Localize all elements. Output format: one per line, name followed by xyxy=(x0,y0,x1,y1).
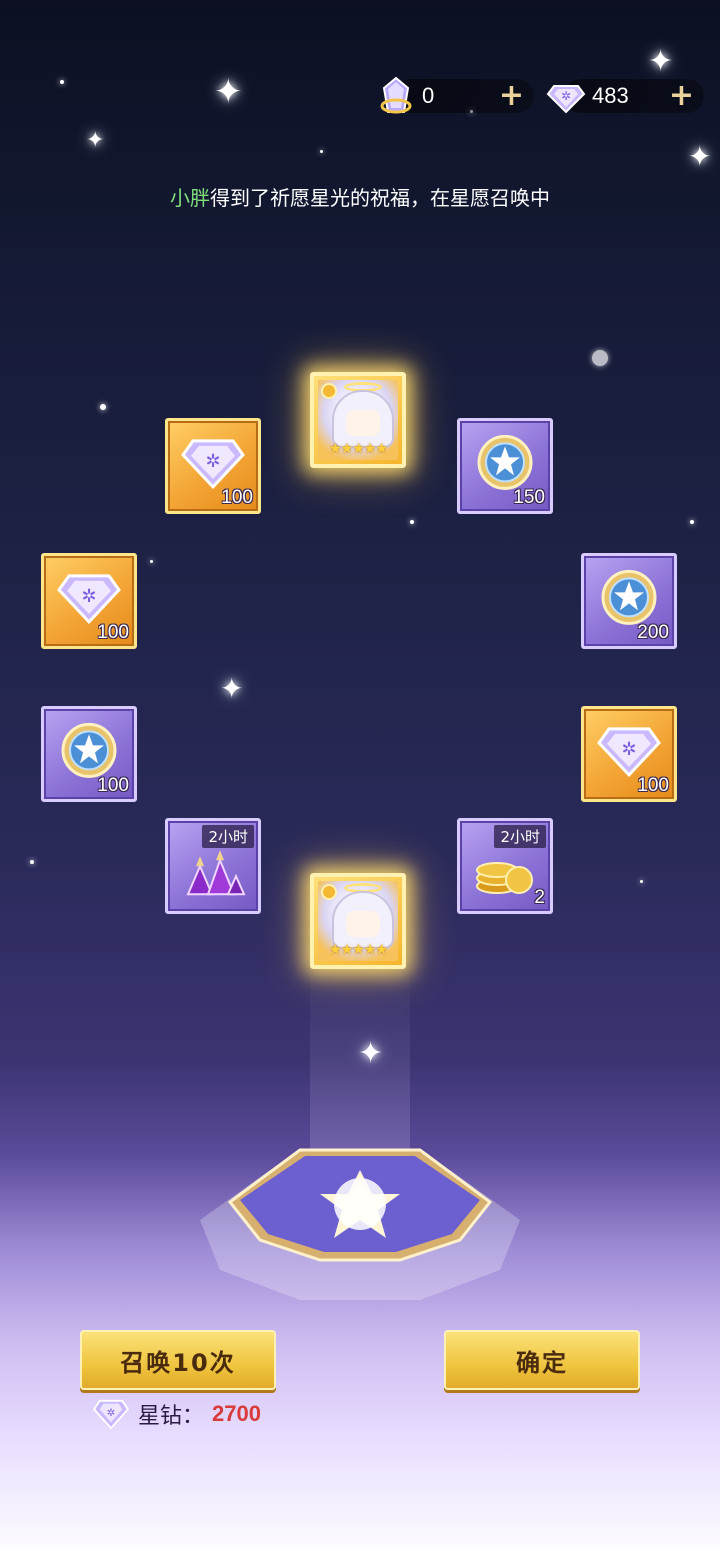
star-dot xyxy=(410,520,414,524)
summon-cost: ✲ 星钻： 2700 xyxy=(92,1398,261,1430)
sparkle-icon: ✦ xyxy=(220,672,244,705)
cost-label: 星钻： xyxy=(138,1404,205,1429)
reward-medal[interactable]: 100 xyxy=(41,706,137,802)
diamond-icon: ✲ xyxy=(597,727,661,777)
star-dot xyxy=(100,404,106,410)
summon-10-button[interactable]: 召唤10次 xyxy=(80,1330,276,1390)
confirm-button[interactable]: 确定 xyxy=(444,1330,640,1390)
star-dot xyxy=(640,880,643,883)
currency-star-diamond: 483 + ✲ xyxy=(546,72,704,120)
summon-platform xyxy=(200,1148,520,1300)
currency-wish-crystal: 0 + xyxy=(376,72,534,120)
sparkle-icon: ✦ xyxy=(688,140,712,173)
currency-bar: 0 + 483 + ✲ xyxy=(376,72,704,120)
svg-text:✲: ✲ xyxy=(81,586,96,607)
announcement-banner: 小胖得到了祈愿星光的祝福，在星愿召唤中 xyxy=(0,182,720,211)
add-currency-button[interactable]: + xyxy=(499,81,524,111)
class-badge-icon xyxy=(321,884,337,900)
reward-gold-coins[interactable]: 2小时 2 xyxy=(457,818,553,914)
diamond-icon: ✲ xyxy=(546,85,586,114)
star-medal-icon xyxy=(61,722,117,778)
reward-diamond[interactable]: ✲ 100 xyxy=(41,553,137,649)
star-dot xyxy=(320,150,323,153)
reward-diamond[interactable]: ✲ 100 xyxy=(165,418,261,514)
diamond-icon: ✲ xyxy=(57,574,121,624)
cost-value: 2700 xyxy=(212,1401,261,1426)
duration-tag: 2小时 xyxy=(494,825,546,848)
crystal-icon xyxy=(380,76,412,114)
star-medal-icon xyxy=(477,434,533,490)
reward-count: 2 xyxy=(534,887,545,908)
currency-value: 483 xyxy=(592,83,629,108)
rarity-stars: ★★★★★ xyxy=(329,942,388,958)
hero-portrait: ★★★★★ xyxy=(318,881,398,961)
svg-text:✲: ✲ xyxy=(107,1407,116,1419)
diamond-icon: ✲ xyxy=(181,439,245,489)
duration-tag: 2小时 xyxy=(202,825,254,848)
diamond-icon: ✲ xyxy=(92,1399,130,1430)
sparkle-icon: ✦ xyxy=(86,128,105,153)
svg-text:✲: ✲ xyxy=(205,451,220,472)
reward-count: 100 xyxy=(97,622,129,643)
star-dot xyxy=(150,560,153,563)
announcement-text: 得到了祈愿星光的祝福，在星愿召唤中 xyxy=(210,186,550,210)
add-currency-button[interactable]: + xyxy=(669,81,694,111)
reward-medal[interactable]: 200 xyxy=(581,553,677,649)
reward-medal[interactable]: 150 xyxy=(457,418,553,514)
potion-icon xyxy=(186,850,246,896)
star-dot xyxy=(60,80,64,84)
reward-count: 100 xyxy=(97,775,129,796)
star-dot xyxy=(690,520,694,524)
hero-face xyxy=(346,410,380,436)
star-dot xyxy=(30,860,34,864)
svg-text:✲: ✲ xyxy=(621,739,636,760)
gold-coins-icon xyxy=(476,862,533,894)
reward-count: 100 xyxy=(637,775,669,796)
hero-portrait: ★★★★★ xyxy=(318,380,398,460)
reward-hero-card[interactable]: ★★★★★ xyxy=(310,873,406,969)
rarity-stars: ★★★★★ xyxy=(329,441,388,457)
reward-count: 150 xyxy=(513,487,545,508)
reward-count: 200 xyxy=(637,622,669,643)
hero-face xyxy=(346,911,380,937)
star-medal-icon xyxy=(601,569,657,625)
sparkle-icon: ✦ xyxy=(214,72,243,112)
currency-value: 0 xyxy=(422,83,435,108)
reward-potion[interactable]: 2小时 xyxy=(165,818,261,914)
reward-count: 100 xyxy=(221,487,253,508)
class-badge-icon xyxy=(321,383,337,399)
reward-hero-card[interactable]: ★★★★★ xyxy=(310,372,406,468)
reward-diamond[interactable]: ✲ 100 xyxy=(581,706,677,802)
star-dot xyxy=(592,350,608,366)
svg-text:✲: ✲ xyxy=(561,89,571,103)
player-name: 小胖 xyxy=(170,186,210,210)
